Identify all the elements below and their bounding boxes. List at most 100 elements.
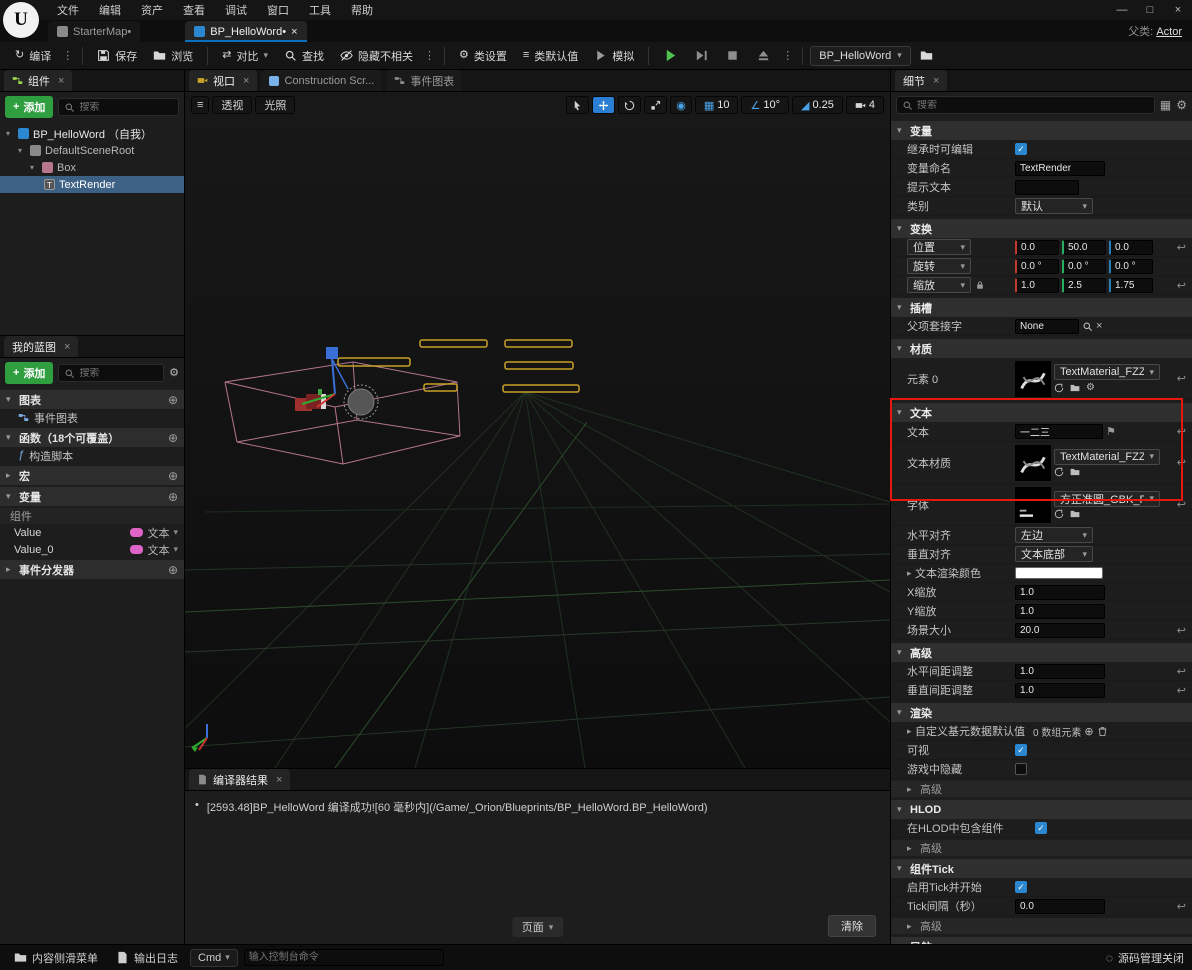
add-variable-icon[interactable]: ⊕ bbox=[168, 490, 178, 504]
menu-asset[interactable]: 资产 bbox=[132, 0, 172, 20]
v-spacing-input[interactable] bbox=[1015, 682, 1105, 698]
my-blueprint-search-input[interactable] bbox=[79, 367, 159, 379]
angle-snap-button[interactable]: ∠ 10° bbox=[741, 96, 789, 114]
reset-icon[interactable]: ↩ bbox=[1177, 665, 1186, 678]
trash-icon[interactable] bbox=[1097, 726, 1108, 737]
find-button[interactable]: 查找 bbox=[277, 44, 331, 68]
page-dropdown[interactable]: 页面 ▾ bbox=[511, 917, 564, 937]
close-icon[interactable]: × bbox=[243, 75, 249, 87]
rotation-dropdown[interactable]: 旋转 ▾ bbox=[907, 258, 971, 274]
perspective-button[interactable]: 透视 bbox=[212, 96, 253, 114]
add-graph-icon[interactable]: ⊕ bbox=[168, 393, 178, 407]
category-socket[interactable]: ▾ 插槽 bbox=[891, 298, 1192, 317]
save-button[interactable]: 保存 bbox=[90, 44, 144, 68]
components-search-input[interactable] bbox=[79, 101, 173, 113]
use-selected-icon[interactable] bbox=[1054, 509, 1064, 519]
category-materials[interactable]: ▾ 材质 bbox=[891, 339, 1192, 358]
tree-item-bp-helloword[interactable]: ▾ BP_HelloWord （自我） bbox=[0, 125, 184, 142]
hide-unrelated-options-icon[interactable]: ⋮ bbox=[422, 45, 437, 66]
rotation-x-input[interactable] bbox=[1015, 258, 1059, 274]
rotation-z-input[interactable] bbox=[1109, 258, 1153, 274]
flag-icon[interactable]: ⚑ bbox=[1106, 425, 1116, 438]
maximize-button[interactable]: □ bbox=[1136, 4, 1164, 16]
tab-components[interactable]: 组件 × bbox=[4, 70, 73, 91]
scale-tool-button[interactable] bbox=[644, 96, 668, 114]
browse-asset-icon[interactable] bbox=[1070, 383, 1080, 393]
variable-row-value0[interactable]: Value_0 文本 ▾ bbox=[0, 541, 184, 558]
reset-icon[interactable]: ↩ bbox=[1177, 456, 1186, 469]
browse-asset-icon[interactable] bbox=[1070, 467, 1080, 477]
tab-details[interactable]: 细节 × bbox=[895, 70, 948, 91]
scale-snap-button[interactable]: ◢ 0.25 bbox=[791, 96, 843, 114]
category-variable[interactable]: ▾ 变量 bbox=[891, 121, 1192, 140]
menu-tools[interactable]: 工具 bbox=[300, 0, 340, 20]
parent-socket-input[interactable] bbox=[1015, 318, 1079, 334]
y-scale-input[interactable] bbox=[1015, 603, 1105, 619]
move-tool-button[interactable] bbox=[592, 96, 616, 114]
unreal-logo[interactable]: U bbox=[3, 2, 39, 38]
scale-z-input[interactable] bbox=[1109, 277, 1153, 293]
debug-object-dropdown[interactable]: BP_HelloWord ▾ bbox=[810, 45, 911, 66]
browse-socket-icon[interactable] bbox=[1082, 321, 1093, 332]
browse-button[interactable]: 浏览 bbox=[146, 44, 200, 68]
my-blueprint-search[interactable] bbox=[58, 364, 165, 382]
category-advanced-text[interactable]: ▾ 高级 bbox=[891, 643, 1192, 662]
h-align-dropdown[interactable]: 左边 ▾ bbox=[1015, 527, 1093, 543]
minimize-button[interactable]: — bbox=[1108, 4, 1136, 16]
convert-icon[interactable]: ⚙ bbox=[1086, 382, 1095, 393]
text-material-dropdown[interactable]: TextMaterial_FZZY ▾ bbox=[1054, 448, 1160, 465]
variable-row-value[interactable]: Value 文本 ▾ bbox=[0, 524, 184, 541]
menu-debug[interactable]: 调试 bbox=[216, 0, 256, 20]
frame-skip-button[interactable] bbox=[687, 44, 716, 67]
category-rendering[interactable]: ▾ 渲染 bbox=[891, 703, 1192, 722]
macros-header[interactable]: ▸ 宏 ⊕ bbox=[0, 466, 184, 485]
world-size-input[interactable] bbox=[1015, 622, 1105, 638]
text-material-thumbnail[interactable] bbox=[1015, 445, 1051, 481]
clear-button[interactable]: 清除 bbox=[828, 915, 876, 937]
tab-compiler-results[interactable]: 编译器结果 × bbox=[189, 769, 291, 790]
settings-gear-icon[interactable]: ⚙ bbox=[1176, 98, 1187, 112]
tree-item-box[interactable]: ▾ Box bbox=[0, 159, 184, 176]
components-search[interactable] bbox=[58, 98, 179, 116]
reset-icon[interactable]: ↩ bbox=[1177, 241, 1186, 254]
play-button[interactable] bbox=[656, 44, 685, 67]
close-icon[interactable]: × bbox=[64, 341, 70, 353]
menu-file[interactable]: 文件 bbox=[48, 0, 88, 20]
material-thumbnail[interactable] bbox=[1015, 361, 1051, 397]
text-value-input[interactable] bbox=[1015, 424, 1103, 439]
category-hlod[interactable]: ▾ HLOD bbox=[891, 800, 1192, 819]
details-search-input[interactable] bbox=[917, 99, 1149, 111]
functions-header[interactable]: ▾ 函数（18个可覆盖） ⊕ bbox=[0, 428, 184, 447]
include-hlod-checkbox[interactable]: ✓ bbox=[1035, 822, 1047, 834]
rotation-y-input[interactable] bbox=[1062, 258, 1106, 274]
close-icon[interactable]: × bbox=[933, 75, 939, 87]
visible-checkbox[interactable]: ✓ bbox=[1015, 744, 1027, 756]
close-tab-icon[interactable]: × bbox=[291, 26, 297, 38]
close-icon[interactable]: × bbox=[58, 75, 64, 87]
add-array-element-icon[interactable]: ⊕ bbox=[1084, 725, 1093, 738]
details-search[interactable] bbox=[896, 96, 1155, 114]
variables-header[interactable]: ▾ 变量 ⊕ bbox=[0, 487, 184, 506]
close-button[interactable]: × bbox=[1164, 4, 1192, 16]
reset-icon[interactable]: ↩ bbox=[1177, 624, 1186, 637]
source-control-status[interactable]: ◌ 源码管理关闭 bbox=[1106, 950, 1184, 966]
display-filter-icon[interactable]: ▦ bbox=[1160, 98, 1171, 112]
tab-construction-script[interactable]: Construction Scr... bbox=[261, 70, 383, 91]
font-dropdown[interactable]: 方正准圆_GBK_Font ▾ bbox=[1054, 490, 1160, 507]
v-align-dropdown[interactable]: 文本底部 ▾ bbox=[1015, 546, 1093, 562]
reset-icon[interactable]: ↩ bbox=[1177, 684, 1186, 697]
viewport-menu-button[interactable]: ≡ bbox=[191, 96, 210, 114]
hide-unrelated-button[interactable]: 隐藏不相关 bbox=[333, 44, 420, 68]
variable-name-input[interactable] bbox=[1015, 160, 1105, 176]
tab-bp-helloword[interactable]: BP_HelloWord• × bbox=[185, 21, 307, 42]
lit-mode-button[interactable]: 光照 bbox=[255, 96, 296, 114]
add-macro-icon[interactable]: ⊕ bbox=[168, 469, 178, 483]
console-command-input[interactable] bbox=[243, 949, 444, 966]
hidden-in-game-checkbox[interactable] bbox=[1015, 763, 1027, 775]
tree-item-textrender[interactable]: T TextRender bbox=[0, 176, 184, 193]
reset-icon[interactable]: ↩ bbox=[1177, 279, 1186, 292]
viewport-3d[interactable]: ≡ 透视 光照 ◉ ▦ 10 ∠ 10° ◢ 0.25 4 bbox=[185, 92, 890, 768]
reset-icon[interactable]: ↩ bbox=[1177, 425, 1186, 438]
scale-dropdown[interactable]: 缩放 ▾ bbox=[907, 277, 971, 293]
browse-asset-icon[interactable] bbox=[1070, 509, 1080, 519]
